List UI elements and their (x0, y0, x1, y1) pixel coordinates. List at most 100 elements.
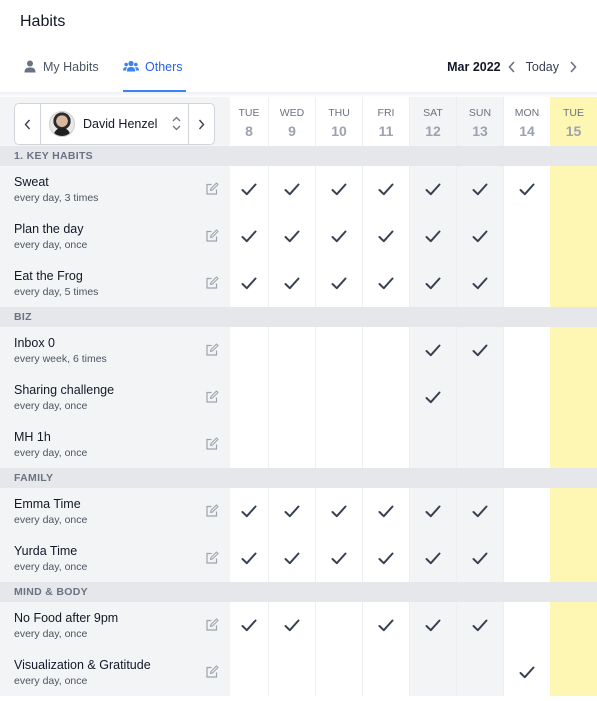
day-cell[interactable] (362, 649, 409, 696)
day-cell[interactable] (503, 213, 550, 260)
day-cell[interactable] (362, 213, 409, 260)
tab-my-habits[interactable]: My Habits (24, 60, 99, 92)
day-cell[interactable] (315, 649, 362, 696)
day-cell[interactable] (315, 327, 362, 374)
day-cell[interactable] (268, 374, 315, 421)
day-of-week: MON (514, 107, 540, 119)
day-cell[interactable] (268, 260, 315, 307)
day-cell[interactable] (503, 327, 550, 374)
day-number: 9 (288, 122, 296, 139)
day-cell[interactable] (503, 421, 550, 468)
day-cell[interactable] (362, 488, 409, 535)
day-cell[interactable] (409, 602, 456, 649)
day-cell[interactable] (409, 421, 456, 468)
day-cell[interactable] (503, 535, 550, 582)
day-cell[interactable] (315, 166, 362, 213)
day-cell[interactable] (409, 213, 456, 260)
day-cell[interactable] (268, 488, 315, 535)
day-cell[interactable] (456, 213, 503, 260)
day-cell[interactable] (268, 602, 315, 649)
day-cell[interactable] (503, 488, 550, 535)
day-cell[interactable] (362, 421, 409, 468)
day-cell[interactable] (315, 213, 362, 260)
day-cell[interactable] (456, 649, 503, 696)
day-cell[interactable] (456, 260, 503, 307)
edit-icon[interactable] (205, 390, 219, 404)
day-cell[interactable] (268, 166, 315, 213)
person-select[interactable]: David Henzel (41, 104, 188, 144)
day-cell[interactable] (456, 374, 503, 421)
day-cell[interactable] (362, 166, 409, 213)
day-cell[interactable] (456, 488, 503, 535)
day-cell[interactable] (409, 488, 456, 535)
today-button[interactable]: Today (526, 60, 559, 74)
day-cell[interactable] (230, 535, 268, 582)
day-cell[interactable] (409, 374, 456, 421)
day-cell[interactable] (550, 166, 597, 213)
day-cell[interactable] (230, 260, 268, 307)
day-cell[interactable] (230, 213, 268, 260)
day-cell[interactable] (230, 602, 268, 649)
day-cell[interactable] (230, 649, 268, 696)
day-cell[interactable] (550, 649, 597, 696)
day-cell[interactable] (268, 213, 315, 260)
edit-icon[interactable] (205, 437, 219, 451)
day-cell[interactable] (362, 260, 409, 307)
day-cell[interactable] (550, 535, 597, 582)
edit-icon[interactable] (205, 504, 219, 518)
day-cell[interactable] (550, 260, 597, 307)
day-cell[interactable] (268, 421, 315, 468)
day-cell[interactable] (268, 327, 315, 374)
day-cell[interactable] (456, 166, 503, 213)
day-cell[interactable] (230, 166, 268, 213)
day-cell[interactable] (550, 327, 597, 374)
day-cell[interactable] (550, 602, 597, 649)
edit-icon[interactable] (205, 618, 219, 632)
day-cell[interactable] (268, 535, 315, 582)
day-cell[interactable] (230, 327, 268, 374)
edit-icon[interactable] (205, 229, 219, 243)
edit-icon[interactable] (205, 182, 219, 196)
day-cell[interactable] (409, 166, 456, 213)
day-cell[interactable] (230, 421, 268, 468)
edit-icon[interactable] (205, 276, 219, 290)
day-cell[interactable] (362, 535, 409, 582)
day-cell[interactable] (409, 327, 456, 374)
edit-icon[interactable] (205, 665, 219, 679)
chevron-left-icon[interactable] (508, 61, 516, 73)
day-cell[interactable] (230, 488, 268, 535)
edit-icon[interactable] (205, 343, 219, 357)
day-cell[interactable] (409, 649, 456, 696)
day-cell[interactable] (230, 374, 268, 421)
day-cell[interactable] (503, 260, 550, 307)
day-cell[interactable] (456, 327, 503, 374)
day-cell[interactable] (550, 374, 597, 421)
day-cell[interactable] (503, 649, 550, 696)
day-cell[interactable] (456, 602, 503, 649)
day-cell[interactable] (409, 535, 456, 582)
previous-person-button[interactable] (15, 104, 41, 144)
day-cell[interactable] (550, 488, 597, 535)
day-cell[interactable] (362, 374, 409, 421)
day-cell[interactable] (315, 535, 362, 582)
tab-others[interactable]: Others (123, 60, 186, 92)
day-cell[interactable] (315, 260, 362, 307)
day-cell[interactable] (315, 488, 362, 535)
day-cell[interactable] (362, 327, 409, 374)
day-cell[interactable] (362, 602, 409, 649)
day-cell[interactable] (550, 421, 597, 468)
day-cell[interactable] (503, 374, 550, 421)
chevron-right-icon[interactable] (569, 61, 577, 73)
day-cell[interactable] (503, 602, 550, 649)
day-cell[interactable] (456, 535, 503, 582)
day-cell[interactable] (550, 213, 597, 260)
edit-icon[interactable] (205, 551, 219, 565)
day-cell[interactable] (315, 374, 362, 421)
day-cell[interactable] (409, 260, 456, 307)
day-cell[interactable] (456, 421, 503, 468)
day-cell[interactable] (315, 421, 362, 468)
day-cell[interactable] (503, 166, 550, 213)
next-person-button[interactable] (188, 104, 214, 144)
day-cell[interactable] (268, 649, 315, 696)
day-cell[interactable] (315, 602, 362, 649)
